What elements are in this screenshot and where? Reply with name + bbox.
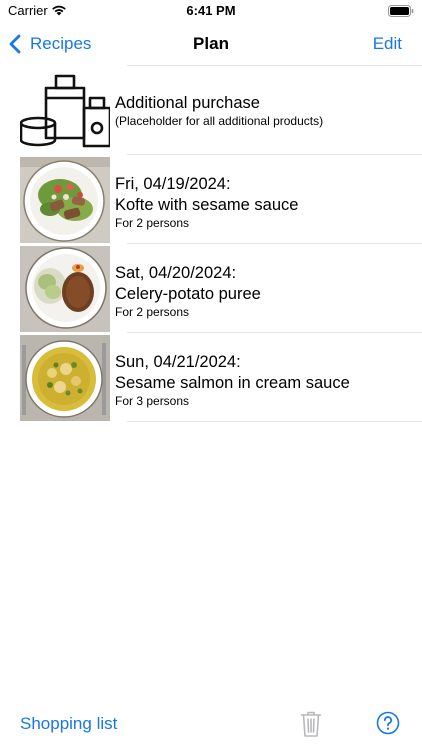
kofte-photo <box>20 157 110 243</box>
shopping-list-button[interactable]: Shopping list <box>20 714 117 734</box>
trash-icon[interactable] <box>300 711 322 738</box>
status-time: 6:41 PM <box>186 3 236 18</box>
plan-row-additional-purchase[interactable]: Additional purchase (Placeholder for all… <box>0 66 422 155</box>
plan-row-celery-potato[interactable]: Sat, 04/20/2024: Celery-potato puree For… <box>0 244 422 333</box>
status-bar: Carrier 6:41 PM <box>0 0 422 22</box>
salmon-photo <box>20 335 110 421</box>
plan-list: Additional purchase (Placeholder for all… <box>0 66 422 422</box>
bottom-toolbar: Shopping list <box>0 706 422 750</box>
plan-item-date: Sun, 04/21/2024: <box>115 353 241 371</box>
battery-icon <box>388 5 414 17</box>
plan-item-persons: For 3 persons <box>115 394 190 408</box>
plan-item-title: Kofte with sesame sauce <box>115 196 299 214</box>
plan-item-title: Additional purchase <box>115 94 260 112</box>
plan-item-date: Fri, 04/19/2024: <box>115 175 231 193</box>
plan-item-title: Sesame salmon in cream sauce <box>115 374 350 392</box>
plan-item-subtitle: (Placeholder for all additional products… <box>115 114 324 128</box>
plan-item-title: Celery-potato puree <box>115 285 261 303</box>
groceries-icon <box>20 68 110 154</box>
plan-item-persons: For 2 persons <box>115 216 190 230</box>
plan-row-kofte[interactable]: Fri, 04/19/2024: Kofte with sesame sauce… <box>0 155 422 244</box>
celery-potato-photo <box>20 246 110 332</box>
plan-row-sesame-salmon[interactable]: Sun, 04/21/2024: Sesame salmon in cream … <box>0 333 422 422</box>
divider <box>127 421 422 422</box>
page-title: Plan <box>193 34 229 53</box>
help-icon[interactable] <box>376 711 400 735</box>
edit-button[interactable]: Edit <box>373 34 402 54</box>
plan-item-persons: For 2 persons <box>115 305 190 319</box>
navigation-bar: Recipes Plan Edit <box>0 22 422 66</box>
plan-item-date: Sat, 04/20/2024: <box>115 264 237 282</box>
